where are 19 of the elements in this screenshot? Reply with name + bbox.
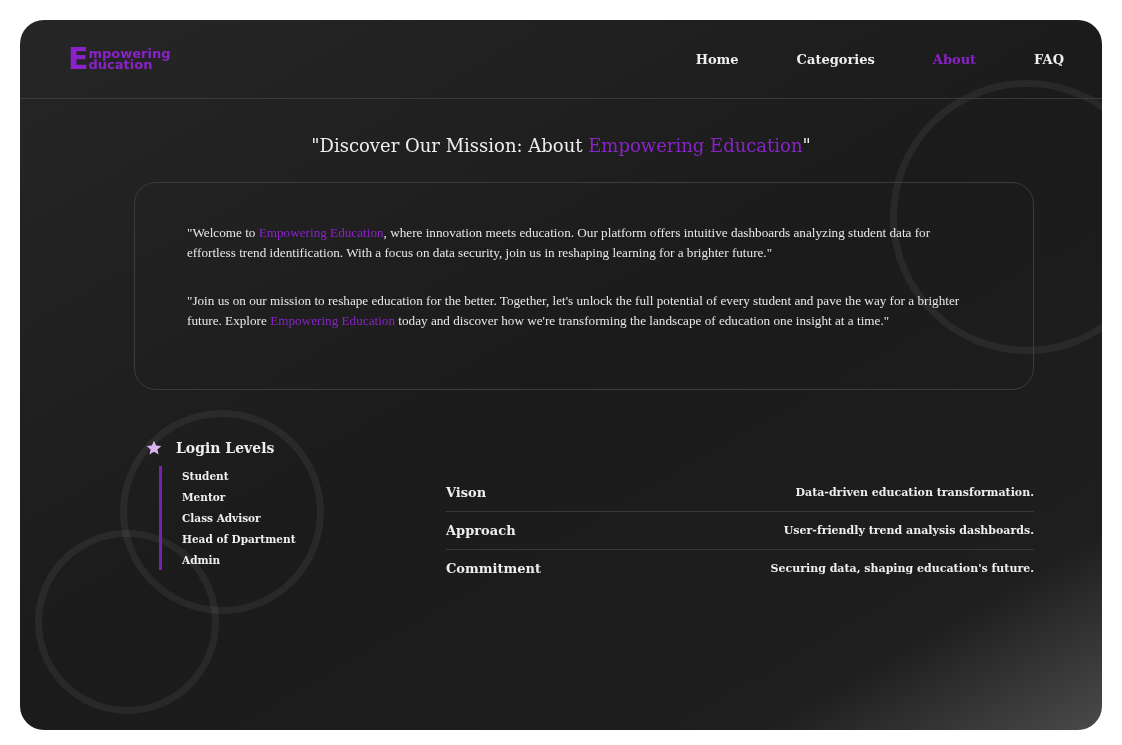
nav-link[interactable]: FAQ <box>1034 51 1064 67</box>
value-label: Approach <box>446 523 516 538</box>
login-level: Head of Dpartment <box>182 533 297 545</box>
value-text: Securing data, shaping education's future. <box>770 562 1034 575</box>
about-paragraph: "Join us on our mission to reshape education for the better. Together, let's unlock the full potential of every student and pave the way for a brighter future. Explore Empowering Education today and discover how we're transforming the landscape of education one insight at a time." <box>187 292 961 330</box>
star-icon <box>146 440 162 456</box>
login-level: Class Advisor <box>182 512 262 524</box>
value-text: User-friendly trend analysis dashboards. <box>783 524 1034 537</box>
page-heading: "Discover Our Mission: About Empowering Education" <box>310 135 812 156</box>
login-level: Student <box>182 470 230 482</box>
value-label: Vison <box>446 485 487 500</box>
nav-link[interactable]: Categories <box>796 51 875 67</box>
value-text: Data-driven education transformation. <box>795 486 1034 499</box>
login-level: Mentor <box>182 491 227 503</box>
login-level: Admin <box>182 554 222 566</box>
value-label: Commitment <box>446 561 541 576</box>
about-paragraph: "Welcome to Empowering Education, where innovation meets education. Our platform offers intuitive dashboards analyzing student data for effortless trend identification. With a focus on data security, join us in reshaping learning for a brighter future." <box>187 224 932 262</box>
section-title: Login Levels <box>176 440 275 456</box>
nav-link[interactable]: Home <box>695 51 739 67</box>
